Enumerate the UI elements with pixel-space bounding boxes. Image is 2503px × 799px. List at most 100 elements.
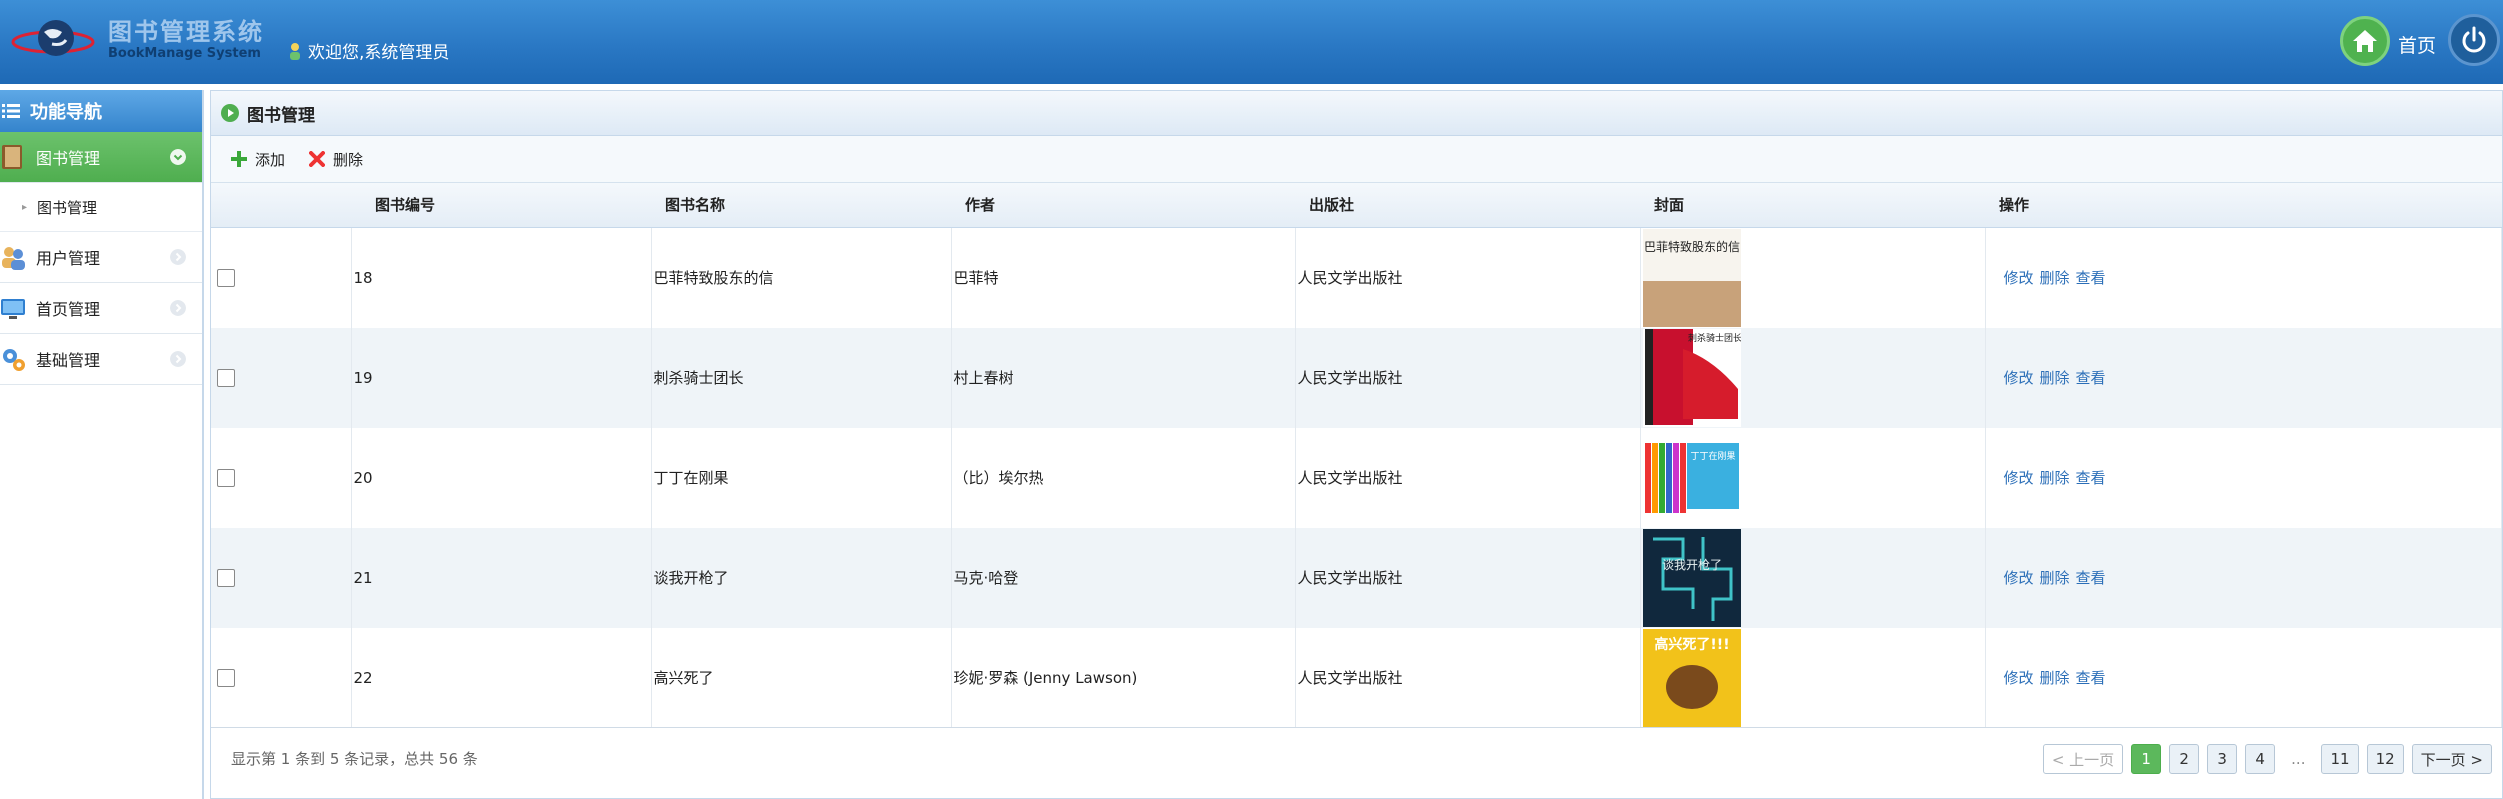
cover-text: 谈我开枪了 [1661,557,1721,572]
sidebar: 功能导航 图书管理 ▸ 图书管理 用户管理 首页管理 基础管理 [0,90,204,799]
edit-link[interactable]: 修改 [2004,669,2034,687]
edit-link[interactable]: 修改 [2004,469,2034,487]
page-ellipsis: ... [2291,750,2306,768]
cell-publisher: 人民文学出版社 [1295,627,1641,728]
top-header: 图书管理系统 BookManage System 欢迎您,系统管理员 首页 [0,0,2503,84]
cell-name: 谈我开枪了 [651,527,952,628]
sidebar-item-label: 图书管理 [36,149,101,168]
pagination: < 上一页 1 2 3 4 ... 11 12 下一页 > [2042,744,2492,774]
sidebar-subitem-book-management[interactable]: ▸ 图书管理 [0,183,202,232]
book-cover-image: 巴菲特致股东的信 [1642,228,1741,327]
prev-page-button[interactable]: < 上一页 [2042,744,2124,774]
delete-link[interactable]: 删除 [2040,469,2070,487]
select-column-header [211,183,351,228]
sidebar-item-home-management[interactable]: 首页管理 [0,283,202,334]
sidebar-item-label: 用户管理 [36,249,101,268]
view-link[interactable]: 查看 [2076,269,2106,287]
book-management-panel: 图书管理 添加 删除 图书编号 图书名称 作者 出版社 封面 操作 18 巴菲特… [210,90,2503,799]
sidebar-item-basic-management[interactable]: 基础管理 [0,334,202,385]
row-checkbox[interactable] [217,468,235,487]
column-header-name[interactable]: 图书名称 [651,183,951,228]
sidebar-header: 功能导航 [0,90,202,132]
cell-author: 巴菲特 [951,227,1296,328]
cell-author: 马克·哈登 [951,527,1296,628]
edit-link[interactable]: 修改 [2004,569,2034,587]
page-button-2[interactable]: 2 [2169,744,2200,774]
row-checkbox[interactable] [217,268,235,287]
cell-cover: 丁丁在刚果 [1640,427,1986,528]
sidebar-item-user-management[interactable]: 用户管理 [0,232,202,283]
page-button-3[interactable]: 3 [2207,744,2238,774]
book-cover-image: 高兴死了!!! [1642,628,1741,727]
cell-publisher: 人民文学出版社 [1295,527,1641,628]
home-button[interactable] [2340,16,2390,66]
column-header-id[interactable]: 图书编号 [351,183,651,228]
delete-link[interactable]: 删除 [2040,269,2070,287]
delete-button[interactable]: 删除 [309,149,363,170]
users-icon [2,247,25,270]
cell-actions: 修改 删除 查看 [1985,327,2502,428]
page-button-4[interactable]: 4 [2245,744,2276,774]
logo-subtitle: BookManage System [108,46,261,61]
book-cover-image: 刺杀骑士团长 [1642,328,1741,427]
cover-text: 巴菲特致股东的信 [1643,239,1739,254]
delete-link[interactable]: 删除 [2040,569,2070,587]
view-link[interactable]: 查看 [2076,669,2106,687]
cell-cover: 刺杀骑士团长 [1640,327,1986,428]
table-row: 20 丁丁在刚果 （比）埃尔热 人民文学出版社 丁丁在刚果 修改 删除 查看 [211,427,2502,528]
column-header-cover[interactable]: 封面 [1640,183,1985,228]
logo-title: 图书管理系统 [108,18,264,46]
sidebar-subitem-label: 图书管理 [37,198,98,217]
cell-publisher: 人民文学出版社 [1295,327,1641,428]
page-button-11[interactable]: 11 [2321,744,2359,774]
row-checkbox[interactable] [217,368,235,387]
cell-actions: 修改 删除 查看 [1985,627,2502,728]
chevron-right-icon[interactable] [170,300,186,316]
cell-cover: 高兴死了!!! [1640,627,1986,728]
delete-link[interactable]: 删除 [2040,669,2070,687]
cell-actions: 修改 删除 查看 [1985,527,2502,628]
caret-right-icon: ▸ [22,201,28,213]
page-button-1[interactable]: 1 [2131,744,2162,774]
pagination-info: 显示第 1 条到 5 条记录，总共 56 条 [231,750,478,768]
view-link[interactable]: 查看 [2076,569,2106,587]
chevron-down-icon[interactable] [170,149,186,165]
monitor-icon [1,299,25,319]
table-row: 19 刺杀骑士团长 村上春树 人民文学出版社 刺杀骑士团长 修改 删除 查看 [211,327,2502,428]
page-button-12[interactable]: 12 [2366,744,2404,774]
delete-link[interactable]: 删除 [2040,369,2070,387]
home-link[interactable]: 首页 [2398,31,2436,58]
edit-link[interactable]: 修改 [2004,269,2034,287]
view-link[interactable]: 查看 [2076,469,2106,487]
welcome-text: 欢迎您,系统管理员 [308,43,450,63]
cover-text: 丁丁在刚果 [1690,450,1735,462]
chevron-right-icon[interactable] [170,249,186,265]
column-header-author[interactable]: 作者 [951,183,1295,228]
chevron-right-icon[interactable] [170,351,186,367]
row-checkbox[interactable] [217,668,235,687]
cell-name: 刺杀骑士团长 [651,327,952,428]
logout-button[interactable] [2448,14,2500,66]
book-cover-image: 丁丁在刚果 [1642,428,1741,527]
cell-cover: 谈我开枪了 [1640,527,1986,628]
view-link[interactable]: 查看 [2076,369,2106,387]
sidebar-item-book-management[interactable]: 图书管理 [0,132,202,183]
column-header-publisher[interactable]: 出版社 [1295,183,1640,228]
row-checkbox[interactable] [217,568,235,587]
cell-author: 村上春树 [951,327,1296,428]
cell-publisher: 人民文学出版社 [1295,427,1641,528]
cell-name: 丁丁在刚果 [651,427,952,528]
column-header-actions[interactable]: 操作 [1985,183,2502,228]
cell-id: 18 [351,227,652,328]
cover-text: 高兴死了!!! [1654,636,1729,653]
home-icon [2353,30,2377,52]
add-button[interactable]: 添加 [231,149,285,170]
edit-link[interactable]: 修改 [2004,369,2034,387]
plus-icon [231,151,247,167]
next-page-button[interactable]: 下一页 > [2411,744,2492,774]
panel-header: 图书管理 [211,91,2502,136]
cover-text: 刺杀骑士团长 [1687,332,1740,344]
cell-cover: 巴菲特致股东的信 [1640,227,1986,328]
book-cover-image: 谈我开枪了 [1642,528,1741,627]
book-icon [2,145,22,169]
